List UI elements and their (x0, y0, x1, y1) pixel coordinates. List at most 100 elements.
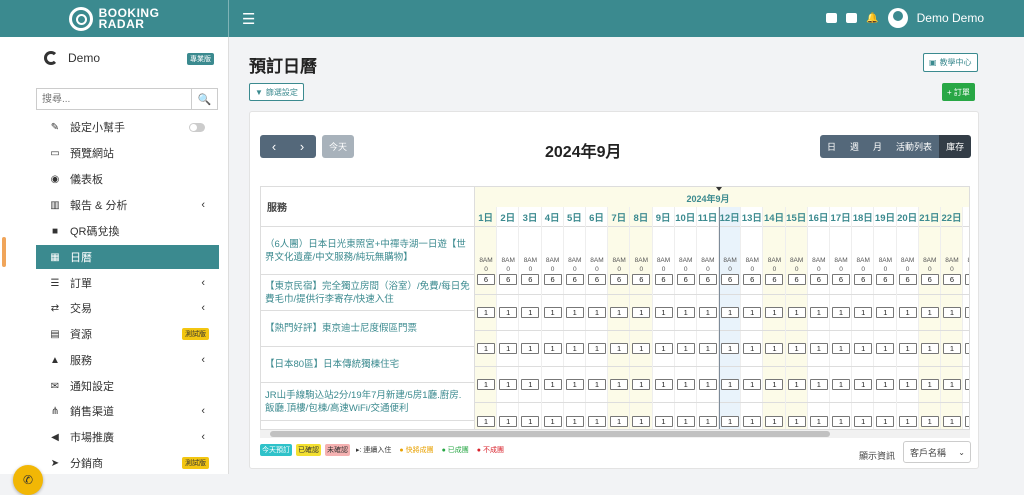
availability-box[interactable]: 1 (632, 416, 651, 427)
inventory-cell[interactable]: 1 (541, 331, 564, 367)
sidebar-item[interactable]: ▤ 資源 測試版 (36, 322, 219, 346)
inventory-cell[interactable]: 1 (586, 403, 608, 429)
availability-box[interactable]: 1 (920, 343, 939, 354)
inventory-cell[interactable]: 8AM06 (608, 247, 631, 295)
inventory-cell[interactable]: 8AM06 (541, 247, 564, 295)
day-header[interactable]: 17日 (830, 207, 852, 227)
inventory-cell[interactable]: 1 (763, 331, 786, 367)
view-button[interactable]: 庫存 (939, 135, 972, 158)
availability-box[interactable]: 1 (610, 307, 629, 318)
inventory-cell[interactable]: 1 (786, 403, 808, 429)
inventory-cell[interactable]: 1 (763, 295, 786, 331)
inventory-cell[interactable]: 1 (674, 367, 697, 403)
availability-box[interactable]: 6 (920, 274, 939, 285)
availability-box[interactable]: 1 (809, 307, 828, 318)
sidebar-item[interactable]: ■ QR碼兌換 (36, 219, 219, 243)
availability-box[interactable]: 1 (499, 343, 518, 354)
availability-box[interactable]: 1 (654, 379, 673, 390)
filter-settings-button[interactable]: ▼ 篩選設定 (249, 83, 304, 101)
inventory-cell[interactable]: 1 (719, 403, 741, 429)
inventory-cell[interactable]: 1 (963, 331, 969, 367)
availability-box[interactable]: 1 (898, 343, 917, 354)
display-info-select[interactable]: 客戶名稱 ⌄ (903, 441, 971, 463)
inventory-cell[interactable]: 1 (941, 403, 963, 429)
inventory-cell[interactable]: 8AM06 (807, 247, 830, 295)
inventory-cell[interactable]: 8AM06 (497, 247, 520, 295)
inventory-cell[interactable]: 8AM06 (940, 247, 963, 295)
availability-box[interactable]: 1 (587, 416, 606, 427)
inventory-cell[interactable]: 8AM06 (563, 247, 586, 295)
availability-box[interactable]: 1 (898, 416, 917, 427)
inventory-cell[interactable]: 1 (652, 367, 675, 403)
day-header[interactable]: 16日 (807, 207, 829, 227)
availability-box[interactable]: 1 (942, 379, 961, 390)
inventory-cell[interactable]: 1 (652, 331, 675, 367)
inventory-cell[interactable]: 1 (830, 367, 852, 403)
inventory-cell[interactable]: 1 (608, 295, 631, 331)
availability-box[interactable]: 1 (477, 416, 495, 427)
horizontal-scrollbar[interactable] (260, 430, 970, 438)
today-button[interactable]: 今天 (322, 135, 354, 158)
availability-box[interactable]: 1 (499, 307, 518, 318)
inventory-cell[interactable]: 1 (497, 403, 519, 429)
availability-box[interactable]: 6 (765, 274, 784, 285)
day-header[interactable]: 5日 (563, 207, 585, 227)
inventory-cell[interactable]: 8AM06 (963, 247, 969, 295)
availability-box[interactable]: 1 (721, 307, 740, 318)
toggle-switch[interactable] (189, 122, 205, 132)
inventory-cell[interactable]: 1 (963, 403, 969, 429)
day-header[interactable]: 7日 (608, 207, 630, 227)
inventory-cell[interactable]: 1 (763, 403, 785, 429)
availability-box[interactable]: 1 (743, 307, 762, 318)
day-header[interactable]: 3日 (519, 207, 541, 227)
inventory-cell[interactable]: 1 (563, 295, 586, 331)
availability-box[interactable]: 1 (587, 307, 606, 318)
sidebar-item[interactable]: ⋔ 銷售渠道 ‹ (36, 399, 219, 423)
day-header[interactable]: 13日 (741, 207, 763, 227)
sidebar-item[interactable]: ☰ 訂單 ‹ (36, 271, 219, 295)
availability-box[interactable]: 1 (521, 307, 540, 318)
inventory-cell[interactable]: 1 (785, 295, 808, 331)
availability-box[interactable]: 1 (876, 307, 895, 318)
inventory-cell[interactable]: 1 (696, 295, 719, 331)
service-name-link[interactable]: JR山手線駒込站2分/19年7月新建/5房1廳.廚房.飯廳.頂樓/包棟/高速Wi… (261, 383, 474, 421)
day-header[interactable]: 15日 (785, 207, 807, 227)
inventory-cell[interactable]: 1 (585, 367, 608, 403)
sidebar-item[interactable]: ▲ 服務 ‹ (36, 348, 219, 372)
inventory-cell[interactable]: 1 (763, 367, 786, 403)
availability-box[interactable]: 1 (942, 416, 961, 427)
bell-icon[interactable]: 🔔 (866, 13, 878, 24)
brand-logo[interactable]: BOOKING RADAR (0, 0, 229, 37)
sidebar-item[interactable]: ▦ 日曆 (36, 245, 219, 269)
availability-box[interactable]: 6 (499, 274, 518, 285)
inventory-cell[interactable]: 8AM06 (874, 247, 897, 295)
availability-box[interactable]: 1 (632, 379, 651, 390)
service-name-link[interactable]: 【日本80區】日本傳統獨棟住宅 (261, 347, 474, 383)
availability-box[interactable]: 6 (743, 274, 762, 285)
availability-box[interactable]: 6 (787, 274, 806, 285)
inventory-cell[interactable]: 8AM06 (719, 247, 742, 295)
availability-box[interactable]: 1 (765, 416, 784, 427)
availability-box[interactable]: 1 (543, 343, 562, 354)
availability-box[interactable]: 6 (543, 274, 562, 285)
day-header[interactable]: 10日 (674, 207, 696, 227)
sidebar-item[interactable]: ✎ 設定小幫手 (36, 115, 219, 139)
inventory-cell[interactable]: 8AM06 (852, 247, 875, 295)
availability-box[interactable]: 1 (765, 343, 784, 354)
availability-box[interactable]: 1 (809, 416, 828, 427)
sidebar-item[interactable]: ◀ 市場推廣 ‹ (36, 425, 219, 449)
inventory-cell[interactable]: 1 (807, 331, 830, 367)
inventory-cell[interactable]: 8AM06 (741, 247, 764, 295)
inventory-cell[interactable]: 1 (918, 295, 941, 331)
availability-box[interactable]: 6 (587, 274, 606, 285)
availability-box[interactable]: 6 (721, 274, 740, 285)
availability-box[interactable]: 1 (876, 343, 895, 354)
day-header[interactable]: 20日 (896, 207, 918, 227)
inventory-cell[interactable]: 1 (963, 367, 969, 403)
inventory-cell[interactable]: 1 (585, 331, 608, 367)
view-button[interactable]: 活動列表 (889, 135, 940, 158)
day-header[interactable]: 22日 (940, 207, 963, 227)
availability-box[interactable]: 6 (876, 274, 895, 285)
availability-box[interactable]: 1 (698, 307, 717, 318)
search-input[interactable] (37, 89, 191, 109)
